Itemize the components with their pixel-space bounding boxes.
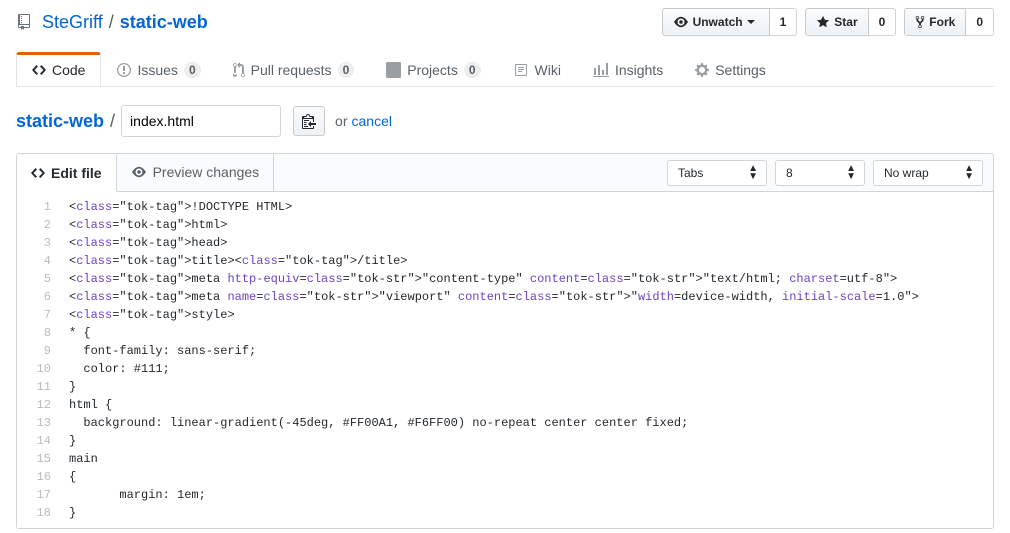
code-line: margin: 1em; — [69, 486, 985, 504]
path-separator: / — [109, 12, 114, 33]
tab-issues[interactable]: Issues 0 — [101, 52, 216, 86]
code-line: <class="tok-tag">style> — [69, 306, 985, 324]
fork-icon — [915, 15, 925, 29]
repo-icon — [16, 14, 32, 30]
line-number: 12 — [25, 396, 51, 414]
path-separator: / — [110, 111, 115, 132]
gear-icon — [695, 62, 709, 78]
cancel-link[interactable]: cancel — [352, 113, 392, 129]
line-number: 1 — [25, 198, 51, 216]
code-line: color: #111; — [69, 360, 985, 378]
repo-path: SteGriff / static-web — [16, 12, 208, 33]
indent-size-select[interactable]: 8 ▲▼ — [775, 160, 865, 186]
tab-code[interactable]: Code — [16, 52, 101, 86]
code-line: background: linear-gradient(-45deg, #FF0… — [69, 414, 985, 432]
code-line: } — [69, 378, 985, 396]
line-number: 17 — [25, 486, 51, 504]
pull-request-icon — [233, 62, 245, 78]
owner-link[interactable]: SteGriff — [42, 12, 103, 33]
line-number: 6 — [25, 288, 51, 306]
fork-button[interactable]: Fork — [904, 8, 966, 36]
filename-input[interactable] — [121, 105, 281, 137]
indent-mode-select[interactable]: Tabs ▲▼ — [667, 160, 767, 186]
unwatch-button[interactable]: Unwatch — [662, 8, 770, 36]
line-number: 9 — [25, 342, 51, 360]
line-gutter: 123456789101112131415161718 — [17, 192, 61, 528]
star-button[interactable]: Star — [805, 8, 868, 36]
star-count[interactable]: 0 — [869, 8, 897, 36]
tab-insights[interactable]: Insights — [577, 52, 679, 86]
preview-changes-tab[interactable]: Preview changes — [117, 154, 275, 191]
code-line: main — [69, 450, 985, 468]
repo-link[interactable]: static-web — [120, 12, 208, 33]
code-line: } — [69, 504, 985, 522]
star-icon — [816, 15, 830, 29]
code-icon — [32, 62, 46, 78]
code-line: <class="tok-tag">title><class="tok-tag">… — [69, 252, 985, 270]
repo-nav: Code Issues 0 Pull requests 0 Projects 0… — [16, 52, 994, 87]
watch-group: Unwatch 1 — [662, 8, 798, 36]
line-number: 10 — [25, 360, 51, 378]
projects-count: 0 — [464, 62, 481, 78]
code-area[interactable]: 123456789101112131415161718 <class="tok-… — [17, 192, 993, 528]
code-line: html { — [69, 396, 985, 414]
projects-icon — [386, 62, 401, 78]
issues-icon — [117, 62, 131, 78]
repo-actions: Unwatch 1 Star 0 Fork — [662, 8, 994, 36]
sort-icon: ▲▼ — [748, 165, 758, 181]
wrap-mode-select[interactable]: No wrap ▲▼ — [873, 160, 983, 186]
code-content[interactable]: <class="tok-tag">!DOCTYPE HTML><class="t… — [61, 192, 993, 528]
tab-projects[interactable]: Projects 0 — [370, 52, 496, 86]
code-icon — [31, 165, 45, 181]
sort-icon: ▲▼ — [964, 165, 974, 181]
line-number: 18 — [25, 504, 51, 522]
code-line: <class="tok-tag">meta http-equiv=class="… — [69, 270, 985, 288]
fork-group: Fork 0 — [904, 8, 994, 36]
pagehead: SteGriff / static-web Unwatch 1 Star — [16, 0, 994, 87]
caret-down-icon — [747, 20, 755, 24]
line-number: 3 — [25, 234, 51, 252]
code-line: <class="tok-tag">html> — [69, 216, 985, 234]
issues-count: 0 — [184, 62, 201, 78]
watch-count[interactable]: 1 — [770, 8, 798, 36]
line-number: 13 — [25, 414, 51, 432]
editor: Edit file Preview changes Tabs ▲▼ 8 ▲▼ N… — [16, 153, 994, 529]
line-number: 5 — [25, 270, 51, 288]
line-number: 11 — [25, 378, 51, 396]
editor-toolbar: Edit file Preview changes Tabs ▲▼ 8 ▲▼ N… — [17, 154, 993, 192]
code-line: <class="tok-tag">head> — [69, 234, 985, 252]
line-number: 16 — [25, 468, 51, 486]
tab-wiki[interactable]: Wiki — [497, 52, 577, 86]
edit-file-tab[interactable]: Edit file — [17, 155, 117, 192]
file-breadcrumb: static-web / or cancel — [16, 105, 994, 137]
code-line: * { — [69, 324, 985, 342]
code-line: font-family: sans-serif; — [69, 342, 985, 360]
line-number: 4 — [25, 252, 51, 270]
eye-icon — [673, 15, 689, 29]
line-number: 2 — [25, 216, 51, 234]
insights-icon — [593, 62, 609, 78]
fork-count[interactable]: 0 — [966, 8, 994, 36]
star-group: Star 0 — [805, 8, 896, 36]
tab-pull-requests[interactable]: Pull requests 0 — [217, 52, 371, 86]
line-number: 8 — [25, 324, 51, 342]
line-number: 15 — [25, 450, 51, 468]
breadcrumb-root[interactable]: static-web — [16, 111, 104, 132]
clipboard-icon — [302, 113, 316, 129]
tab-settings[interactable]: Settings — [679, 52, 782, 86]
wiki-icon — [513, 62, 529, 78]
code-line: { — [69, 468, 985, 486]
line-number: 14 — [25, 432, 51, 450]
code-line: <class="tok-tag">!DOCTYPE HTML> — [69, 198, 985, 216]
line-number: 7 — [25, 306, 51, 324]
copy-path-button[interactable] — [293, 106, 325, 136]
or-text: or — [335, 113, 347, 129]
code-line: <class="tok-tag">meta name=class="tok-st… — [69, 288, 985, 306]
sort-icon: ▲▼ — [846, 165, 856, 181]
pulls-count: 0 — [338, 62, 355, 78]
eye-icon — [131, 165, 147, 179]
code-line: } — [69, 432, 985, 450]
